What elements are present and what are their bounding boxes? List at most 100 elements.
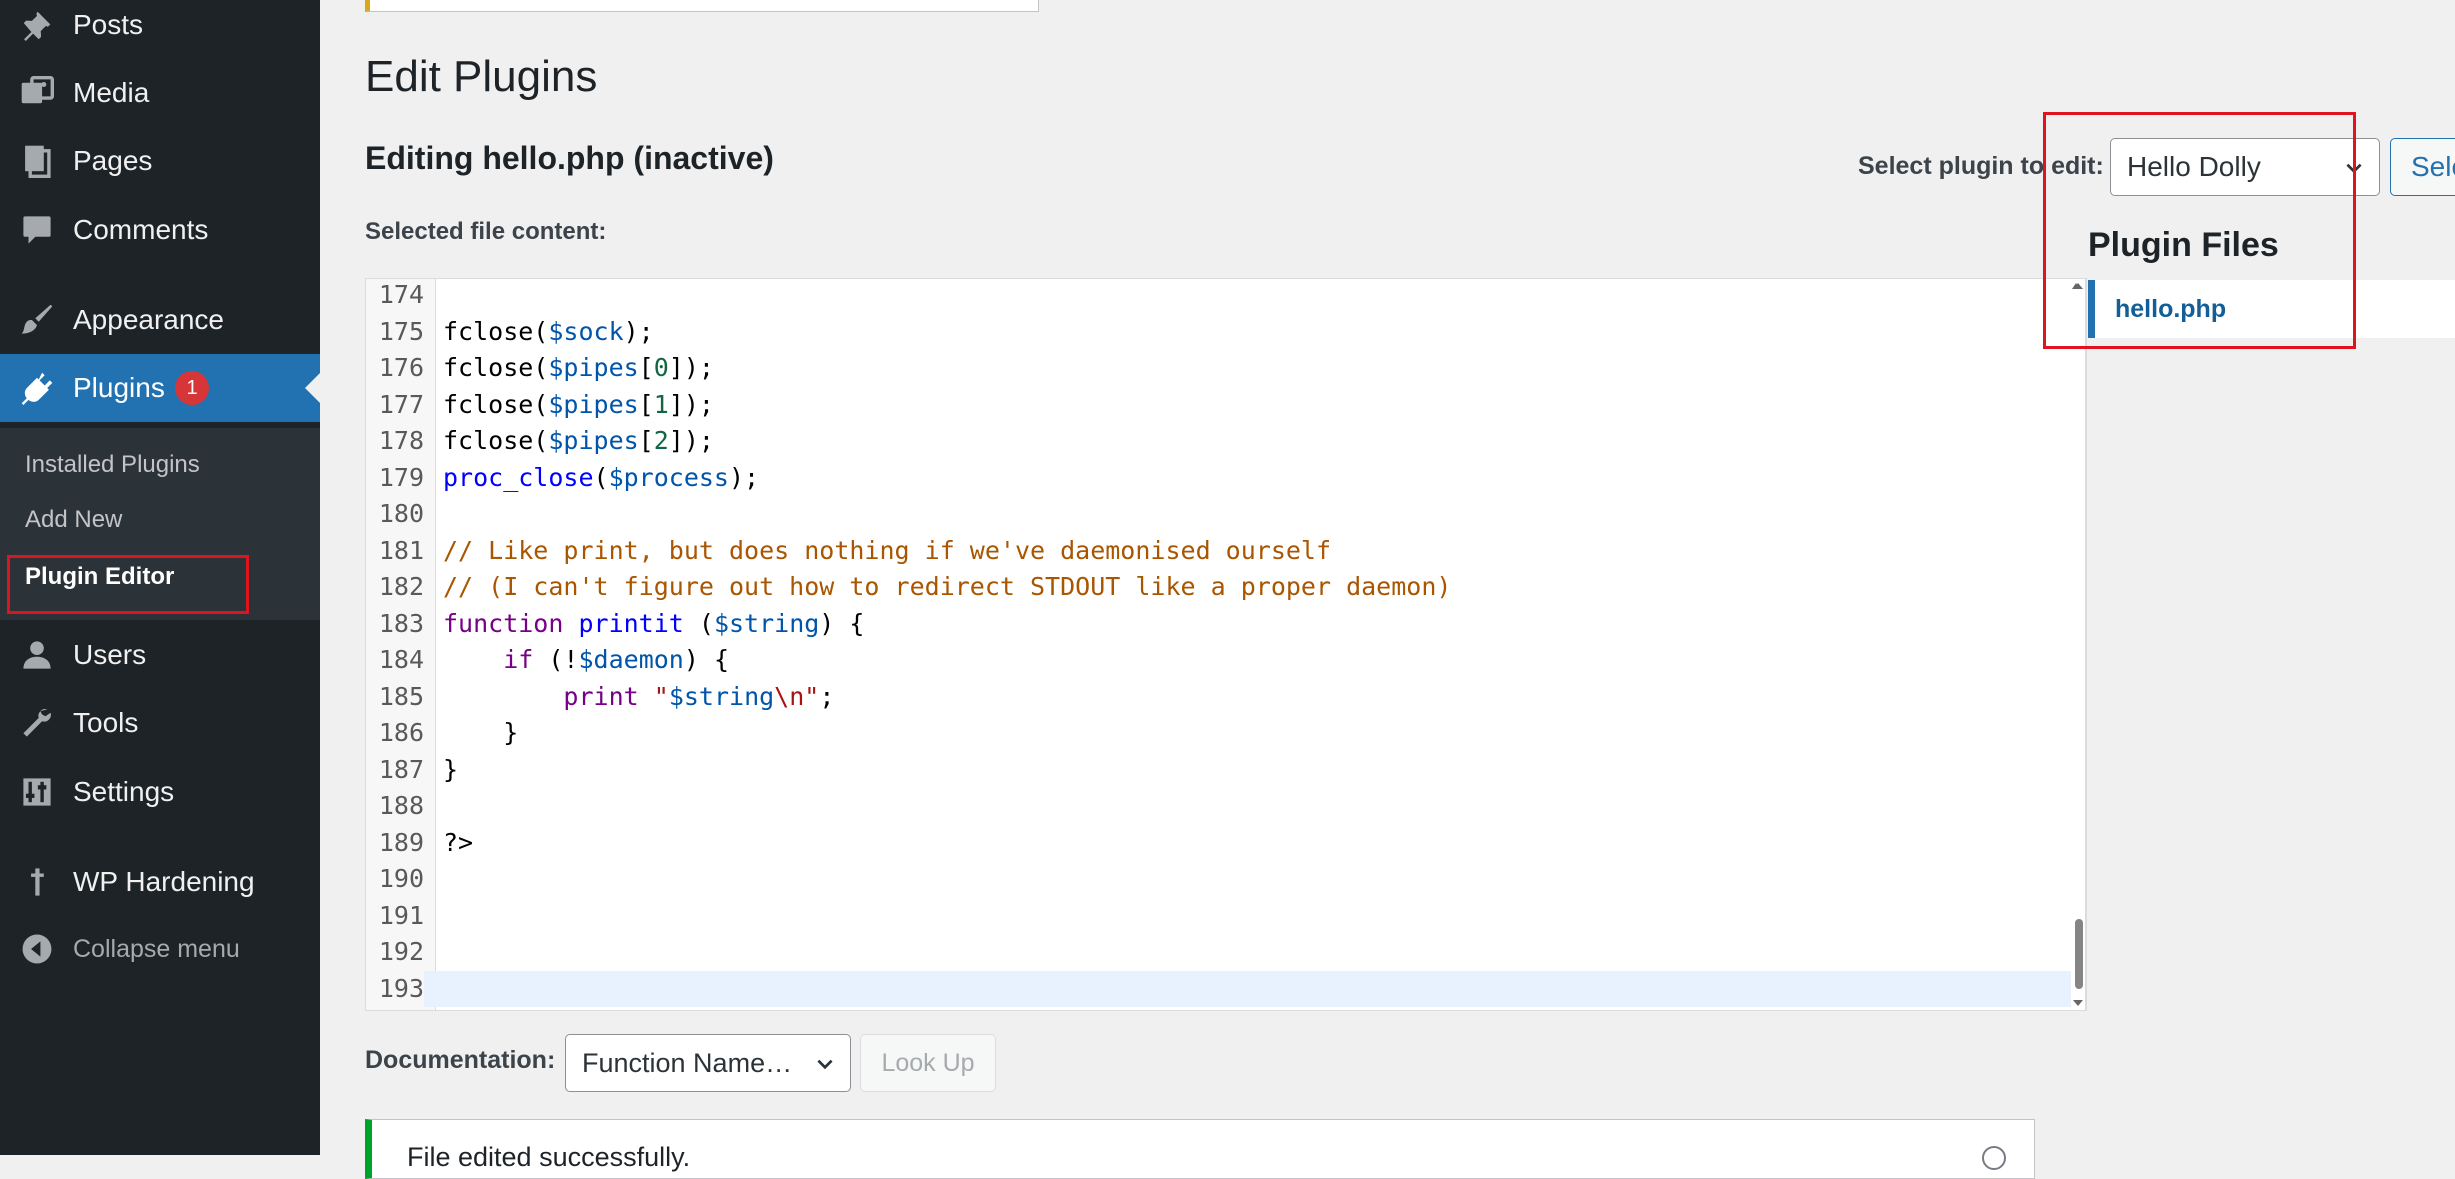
pages-icon xyxy=(18,142,56,180)
settings-icon xyxy=(18,773,56,811)
file-content-label: Selected file content: xyxy=(365,218,607,245)
documentation-select-value: Function Name… xyxy=(582,1047,793,1078)
code-text: fclose($sock); xyxy=(443,316,654,346)
editing-file-heading: Editing hello.php (inactive) xyxy=(365,140,774,176)
code-line: 187} xyxy=(366,752,2085,789)
user-icon xyxy=(18,636,56,674)
sidebar-item-comments[interactable]: Comments xyxy=(0,199,320,261)
scroll-down-arrow[interactable] xyxy=(2073,1000,2083,1006)
code-line: 174 xyxy=(366,279,2085,314)
plugin-files-list xyxy=(2086,278,2455,1011)
code-line: 189 ?> xyxy=(366,825,2085,862)
sidebar-item-label: Settings xyxy=(73,776,175,807)
code-line: 193 xyxy=(366,970,2085,1007)
line-number: 174 xyxy=(378,280,424,309)
sidebar-item-label: Appearance xyxy=(73,304,225,335)
code-line: 182 // (I can't figure out how to redirec… xyxy=(366,569,2085,606)
code-text: if (!$daemon) { xyxy=(503,645,729,674)
select-plugin-button[interactable]: Select xyxy=(2390,138,2455,196)
code-line: 175 fclose($sock); xyxy=(366,314,2085,351)
code-text: proc_close($process); xyxy=(443,462,760,492)
line-number: 179 xyxy=(378,462,424,492)
code-text: } xyxy=(443,718,519,747)
paintbrush-icon xyxy=(18,301,56,339)
code-line: 190 xyxy=(366,861,2085,898)
plugin-icon xyxy=(18,369,56,407)
sidebar-item-label: Comments xyxy=(73,214,209,245)
wrench-icon xyxy=(18,704,56,742)
code-text: } xyxy=(443,754,459,784)
code-line: 180 xyxy=(366,496,2085,533)
annotation-box-plugin-select xyxy=(2043,112,2356,349)
dismiss-icon[interactable] xyxy=(1982,1146,2006,1170)
submenu-add-new[interactable]: Add New xyxy=(25,506,122,534)
editor-scroll-thumb[interactable] xyxy=(2075,919,2083,989)
comment-icon xyxy=(18,211,56,249)
update-count-badge: 1 xyxy=(175,371,209,405)
line-number: 182 xyxy=(378,572,424,601)
sidebar-item-label: Posts xyxy=(73,9,144,40)
code-line: 179 proc_close($process); xyxy=(366,460,2085,497)
line-number: 189 xyxy=(378,827,424,857)
collapse-icon xyxy=(18,930,56,968)
code-line: 176 fclose($pipes[0]); xyxy=(366,350,2085,387)
lookup-button[interactable]: Look Up xyxy=(860,1034,996,1092)
sidebar-item-pages[interactable]: Pages xyxy=(0,130,320,192)
documentation-label: Documentation: xyxy=(365,1046,556,1074)
documentation-function-select[interactable]: Function Name… xyxy=(565,1034,851,1092)
line-number: 183 xyxy=(378,608,424,638)
media-icon xyxy=(18,74,56,112)
line-number: 177 xyxy=(378,389,424,419)
sidebar-item-posts[interactable]: Posts xyxy=(0,0,320,56)
code-text: fclose($pipes[2]); xyxy=(443,426,714,455)
code-line: 188 xyxy=(366,788,2085,825)
line-number: 192 xyxy=(378,937,424,966)
pin-icon xyxy=(18,863,56,901)
line-number: 188 xyxy=(378,791,424,820)
submenu-installed-plugins[interactable]: Installed Plugins xyxy=(25,451,200,479)
sidebar-item-label: Pages xyxy=(73,145,153,176)
sidebar-item-tools[interactable]: Tools xyxy=(0,692,320,754)
sidebar-item-label: Users xyxy=(73,639,147,670)
sidebar-item-label: Tools xyxy=(73,707,139,738)
code-line: 183 function printit ($string) { xyxy=(366,606,2085,643)
code-text: fclose($pipes[0]); xyxy=(443,353,714,382)
code-text: ?> xyxy=(443,827,474,857)
sidebar-item-appearance[interactable]: Appearance xyxy=(0,289,320,351)
code-line: 177 fclose($pipes[1]); xyxy=(366,387,2085,424)
sidebar-item-plugins[interactable]: Plugins 1 xyxy=(0,354,320,422)
line-number: 193 xyxy=(366,970,424,1007)
annotation-box-plugin-editor xyxy=(7,555,249,614)
collapse-menu-button[interactable]: Collapse menu xyxy=(0,918,320,980)
line-number: 178 xyxy=(378,426,424,455)
sidebar-item-users[interactable]: Users xyxy=(0,624,320,686)
line-number: 187 xyxy=(378,754,424,784)
sidebar-item-wp-hardening[interactable]: WP Hardening xyxy=(0,851,320,913)
editor-scrollbar[interactable] xyxy=(2071,279,2085,1010)
sidebar-item-label: Plugins xyxy=(73,372,165,403)
code-line: 185 print "$string\n"; xyxy=(366,679,2085,716)
code-line: 192 xyxy=(366,934,2085,971)
code-line: 184 if (!$daemon) { xyxy=(366,642,2085,679)
sidebar-item-media[interactable]: Media xyxy=(0,62,320,124)
success-notice: File edited successfully. xyxy=(365,1119,2035,1179)
line-number: 190 xyxy=(378,864,424,893)
line-number: 191 xyxy=(378,900,424,930)
chevron-down-icon xyxy=(817,1059,833,1070)
line-number: 180 xyxy=(378,499,424,528)
pushpin-icon xyxy=(18,6,56,44)
notice-text: File edited successfully. xyxy=(407,1142,691,1172)
sidebar-item-label: WP Hardening xyxy=(73,866,255,897)
code-editor[interactable]: 174 175 fclose($sock); 176 fclose($pipes[0])… xyxy=(365,278,2086,1011)
code-line: 178 fclose($pipes[2]); xyxy=(366,423,2085,460)
sidebar-item-label: Collapse menu xyxy=(73,934,240,963)
sidebar-item-label: Media xyxy=(73,77,150,108)
code-line: 186 } xyxy=(366,715,2085,752)
code-text: // (I can't figure out how to redirect S… xyxy=(443,572,1452,601)
line-number: 186 xyxy=(378,718,424,747)
code-text: fclose($pipes[1]); xyxy=(443,389,714,419)
top-notice xyxy=(365,0,1039,12)
sidebar-item-settings[interactable]: Settings xyxy=(0,761,320,823)
code-text: // Like print, but does nothing if we've… xyxy=(443,535,1332,565)
code-line: 181 // Like print, but does nothing if we… xyxy=(366,533,2085,570)
